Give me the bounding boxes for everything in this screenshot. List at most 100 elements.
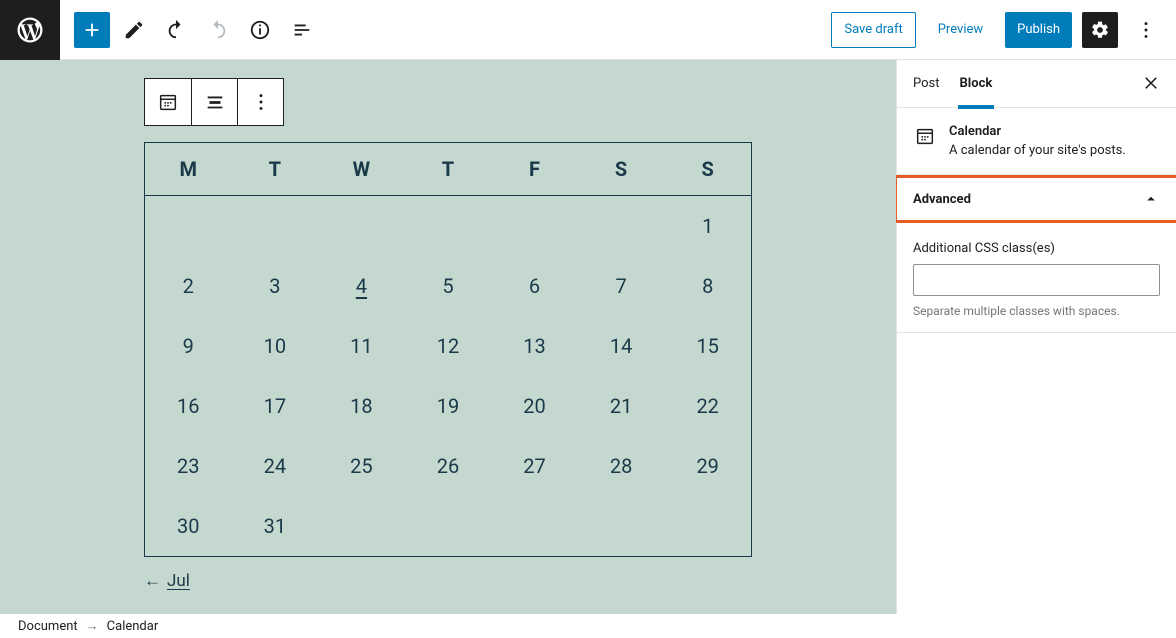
advanced-panel-highlight: Advanced [894, 175, 1176, 223]
breadcrumb-root[interactable]: Document [18, 619, 78, 634]
calendar-day-cell[interactable]: 15 [664, 316, 751, 376]
calendar-day-cell[interactable]: 9 [145, 316, 232, 376]
calendar-day-cell [318, 196, 405, 256]
settings-button[interactable] [1082, 12, 1118, 48]
calendar-day-cell[interactable]: 13 [491, 316, 578, 376]
editor-canvas[interactable]: MTWTFSS 12345678910111213141516171819202… [0, 60, 896, 614]
advanced-panel-label: Advanced [913, 192, 971, 207]
top-more-button[interactable] [1128, 12, 1164, 48]
preview-button[interactable]: Preview [926, 12, 995, 48]
calendar-day-header: T [405, 143, 492, 196]
advanced-panel-body: Additional CSS class(es) Separate multip… [897, 223, 1176, 333]
sidebar-close-button[interactable] [1142, 73, 1160, 95]
editor-top-toolbar: Save draft Preview Publish [0, 0, 1176, 60]
pencil-icon [123, 19, 145, 41]
calendar-day-header: F [491, 143, 578, 196]
calendar-day-cell[interactable]: 29 [664, 436, 751, 496]
calendar-day-cell [405, 196, 492, 256]
css-classes-help: Separate multiple classes with spaces. [913, 304, 1160, 318]
calendar-table: MTWTFSS 12345678910111213141516171819202… [145, 143, 751, 556]
calendar-day-cell[interactable]: 30 [145, 496, 232, 556]
calendar-day-cell[interactable]: 2 [145, 256, 232, 316]
calendar-day-cell[interactable]: 12 [405, 316, 492, 376]
calendar-day-cell[interactable]: 26 [405, 436, 492, 496]
save-draft-button[interactable]: Save draft [831, 12, 915, 48]
block-more-button[interactable] [237, 79, 283, 125]
calendar-day-cell [491, 196, 578, 256]
calendar-day-cell[interactable]: 11 [318, 316, 405, 376]
calendar-prev-label: Jul [167, 571, 190, 591]
calendar-day-cell[interactable]: 5 [405, 256, 492, 316]
calendar-day-cell[interactable]: 20 [491, 376, 578, 436]
settings-sidebar: Post Block Calendar A calendar of your s… [896, 60, 1176, 614]
gear-icon [1090, 20, 1110, 40]
calendar-day-cell[interactable]: 31 [232, 496, 319, 556]
block-toolbar [144, 78, 284, 126]
outline-button[interactable] [284, 12, 320, 48]
calendar-day-header: S [578, 143, 665, 196]
calendar-day-cell[interactable]: 27 [491, 436, 578, 496]
kebab-icon [250, 91, 272, 113]
calendar-day-cell [232, 196, 319, 256]
calendar-day-cell[interactable]: 18 [318, 376, 405, 436]
calendar-day-cell[interactable]: 19 [405, 376, 492, 436]
calendar-day-cell[interactable]: 4 [318, 256, 405, 316]
calendar-day-cell[interactable]: 3 [232, 256, 319, 316]
redo-icon [207, 19, 229, 41]
css-classes-input[interactable] [913, 264, 1160, 296]
breadcrumb-current[interactable]: Calendar [107, 619, 159, 634]
calendar-day-cell[interactable]: 1 [664, 196, 751, 256]
breadcrumb: Document → Calendar [0, 614, 1176, 638]
calendar-day-cell[interactable]: 22 [664, 376, 751, 436]
block-description: A calendar of your site's posts. [949, 143, 1126, 158]
add-block-button[interactable] [74, 12, 110, 48]
calendar-day-cell[interactable]: 24 [232, 436, 319, 496]
calendar-day-cell[interactable]: 28 [578, 436, 665, 496]
undo-button[interactable] [158, 12, 194, 48]
calendar-day-cell [405, 496, 492, 556]
calendar-day-cell[interactable]: 23 [145, 436, 232, 496]
calendar-day-header: M [145, 143, 232, 196]
undo-icon [165, 19, 187, 41]
edit-mode-button[interactable] [116, 12, 152, 48]
calendar-day-cell[interactable]: 8 [664, 256, 751, 316]
wp-logo-button[interactable] [0, 0, 60, 60]
block-type-button[interactable] [145, 79, 191, 125]
calendar-day-header: S [664, 143, 751, 196]
arrow-left-icon: ← [144, 571, 161, 591]
calendar-day-header: W [318, 143, 405, 196]
calendar-day-cell[interactable]: 7 [578, 256, 665, 316]
calendar-day-cell [145, 196, 232, 256]
calendar-day-cell [578, 496, 665, 556]
info-button[interactable] [242, 12, 278, 48]
advanced-panel-toggle[interactable]: Advanced [897, 178, 1176, 220]
block-card: Calendar A calendar of your site's posts… [897, 108, 1176, 175]
plus-icon [81, 19, 103, 41]
calendar-icon [157, 91, 179, 113]
wordpress-icon [15, 15, 45, 45]
info-icon [249, 19, 271, 41]
block-title: Calendar [949, 124, 1126, 139]
calendar-day-cell [664, 496, 751, 556]
tab-post[interactable]: Post [913, 60, 940, 108]
publish-button[interactable]: Publish [1005, 12, 1072, 48]
calendar-day-cell[interactable]: 25 [318, 436, 405, 496]
calendar-block[interactable]: MTWTFSS 12345678910111213141516171819202… [144, 142, 752, 557]
calendar-day-cell[interactable]: 10 [232, 316, 319, 376]
list-view-icon [291, 19, 313, 41]
calendar-day-cell[interactable]: 16 [145, 376, 232, 436]
calendar-day-cell[interactable]: 21 [578, 376, 665, 436]
calendar-icon [914, 125, 936, 147]
breadcrumb-separator: → [86, 618, 99, 634]
calendar-day-cell[interactable]: 14 [578, 316, 665, 376]
calendar-day-cell [318, 496, 405, 556]
chevron-up-icon [1142, 190, 1160, 208]
close-icon [1142, 73, 1160, 91]
calendar-prev-link[interactable]: ← Jul [144, 571, 190, 591]
align-button[interactable] [191, 79, 237, 125]
calendar-day-cell[interactable]: 17 [232, 376, 319, 436]
tab-block[interactable]: Block [960, 60, 993, 108]
calendar-day-cell [491, 496, 578, 556]
calendar-day-cell[interactable]: 6 [491, 256, 578, 316]
redo-button[interactable] [200, 12, 236, 48]
